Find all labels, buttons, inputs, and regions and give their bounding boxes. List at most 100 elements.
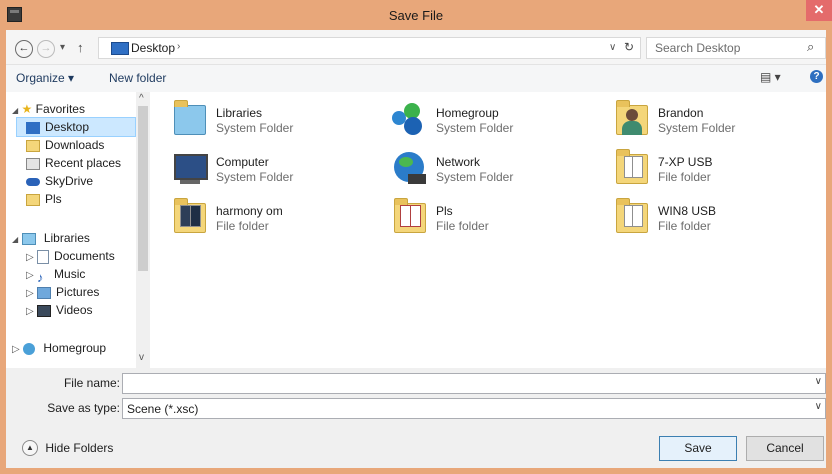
nav-item-skydrive[interactable]: SkyDrive	[26, 172, 121, 190]
nav-item-downloads[interactable]: Downloads	[26, 136, 121, 154]
save-as-type-label: Save as type:	[47, 401, 120, 415]
new-folder-button[interactable]: New folder	[109, 71, 166, 85]
file-name-input[interactable]: ∨	[122, 373, 826, 394]
expand-closed-icon[interactable]: ▷	[26, 270, 34, 281]
file-item-type: System Folder	[436, 170, 514, 184]
scroll-down-button[interactable]: v	[139, 352, 144, 363]
organize-button[interactable]: Organize ▾	[16, 71, 74, 85]
address-dropdown-button[interactable]: ∨	[609, 42, 616, 53]
nav-item-label: Recent places	[45, 156, 122, 170]
star-icon: ★	[21, 102, 33, 116]
nav-scrollbar-thumb[interactable]	[138, 106, 148, 271]
file-item-name: Libraries	[216, 106, 263, 120]
file-item-name: Network	[436, 155, 481, 169]
file-item-type: System Folder	[658, 121, 736, 135]
file-item-type: File folder	[216, 219, 269, 233]
file-item-name: 7-XP USB	[658, 155, 713, 169]
documents-icon	[37, 249, 50, 264]
file-item-brandon[interactable]: Brandon System Folder	[612, 99, 822, 143]
nav-favorites[interactable]: ◢ ★ Favorites	[12, 100, 85, 118]
file-item-type: File folder	[658, 219, 711, 233]
file-item-harmony-om[interactable]: harmony om File folder	[170, 197, 380, 241]
file-item-homegroup[interactable]: Homegroup System Folder	[390, 99, 600, 143]
file-item-win8-usb[interactable]: WIN8 USB File folder	[612, 197, 822, 241]
homegroup-icon	[390, 99, 430, 139]
downloads-folder-icon	[26, 139, 40, 152]
nav-item-videos[interactable]: ▷ Videos	[26, 301, 115, 319]
nav-homegroup[interactable]: ▷ Homegroup	[12, 339, 106, 357]
nav-item-recent-places[interactable]: Recent places	[26, 154, 121, 172]
desktop-icon	[26, 121, 40, 134]
back-button[interactable]: ←	[15, 40, 33, 58]
search-placeholder: Search Desktop	[655, 41, 741, 55]
expand-open-icon[interactable]: ◢	[12, 106, 18, 115]
nav-homegroup-label: Homegroup	[43, 341, 107, 355]
file-item-type: File folder	[658, 170, 711, 184]
refresh-button[interactable]: ↻	[624, 40, 634, 54]
file-item-name: WIN8 USB	[658, 204, 717, 218]
help-button[interactable]: ?	[810, 70, 823, 83]
search-input[interactable]: Search Desktop ⌕	[646, 37, 826, 59]
expand-closed-icon[interactable]: ▷	[26, 288, 34, 299]
file-item-pls[interactable]: Pls File folder	[390, 197, 600, 241]
desktop-icon	[111, 42, 129, 55]
network-globe-icon	[390, 148, 430, 188]
nav-item-pls[interactable]: Pls	[26, 190, 121, 208]
expand-closed-icon[interactable]: ▷	[26, 252, 34, 263]
nav-item-label: Downloads	[45, 138, 105, 152]
expand-closed-icon[interactable]: ▷	[26, 306, 34, 317]
music-note-icon: ♪	[37, 269, 44, 285]
nav-favorites-label: Favorites	[35, 102, 85, 116]
breadcrumb-desktop[interactable]: Desktop	[131, 41, 175, 55]
save-button[interactable]: Save	[659, 436, 737, 461]
window-border-bottom	[0, 468, 832, 474]
nav-item-desktop[interactable]: Desktop	[26, 118, 121, 136]
homegroup-icon	[23, 342, 36, 355]
file-item-network[interactable]: Network System Folder	[390, 148, 600, 192]
nav-item-music[interactable]: ▷ ♪ Music	[26, 265, 115, 285]
file-name-label: File name:	[63, 376, 120, 390]
title-bar: Save File ✕	[0, 0, 832, 30]
window-title: Save File	[388, 8, 444, 23]
nav-item-label: Documents	[54, 249, 115, 263]
file-item-type: System Folder	[216, 121, 294, 135]
nav-item-label: Pls	[45, 192, 62, 206]
file-item-type: System Folder	[436, 121, 514, 135]
nav-item-label: Music	[54, 267, 86, 281]
nav-item-documents[interactable]: ▷ Documents	[26, 247, 115, 265]
folder-icon	[170, 197, 210, 237]
nav-libraries[interactable]: ◢ Libraries	[12, 229, 90, 247]
libraries-icon	[21, 232, 36, 245]
nav-item-label: Pictures	[56, 285, 100, 299]
file-item-computer[interactable]: Computer System Folder	[170, 148, 380, 192]
chevron-up-icon: ▲	[22, 440, 38, 456]
close-button[interactable]: ✕	[806, 0, 832, 21]
scroll-up-button[interactable]: ^	[139, 93, 144, 104]
file-item-libraries[interactable]: Libraries System Folder	[170, 99, 380, 143]
nav-item-pictures[interactable]: ▷ Pictures	[26, 283, 115, 301]
chevron-down-icon[interactable]: ∨	[815, 376, 822, 387]
save-as-type-value: Scene (*.xsc)	[127, 402, 199, 416]
folder-icon	[390, 197, 430, 237]
hide-folders-button[interactable]: ▲ Hide Folders	[22, 440, 113, 456]
recent-locations-button[interactable]: ▾	[60, 42, 65, 53]
view-options-button[interactable]: ▤ ▾	[760, 70, 781, 84]
file-item-type: File folder	[436, 219, 489, 233]
libraries-icon	[170, 99, 210, 139]
save-as-type-select[interactable]: Scene (*.xsc) ∨	[122, 398, 826, 419]
cancel-button[interactable]: Cancel	[746, 436, 824, 461]
address-bar[interactable]: Desktop › ∨ ↻	[98, 37, 641, 59]
folder-icon	[612, 148, 652, 188]
breadcrumb-chevron-icon[interactable]: ›	[177, 41, 180, 52]
user-folder-icon	[612, 99, 652, 139]
forward-button[interactable]: →	[37, 40, 55, 58]
chevron-down-icon[interactable]: ∨	[815, 401, 822, 412]
search-icon[interactable]: ⌕	[807, 39, 814, 55]
folder-icon	[612, 197, 652, 237]
expand-open-icon[interactable]: ◢	[12, 235, 18, 244]
file-item-7-xp-usb[interactable]: 7-XP USB File folder	[612, 148, 822, 192]
up-button[interactable]: ↑	[77, 40, 84, 55]
hide-folders-label: Hide Folders	[45, 441, 114, 455]
nav-item-label: Desktop	[45, 120, 90, 134]
expand-closed-icon[interactable]: ▷	[12, 344, 20, 355]
